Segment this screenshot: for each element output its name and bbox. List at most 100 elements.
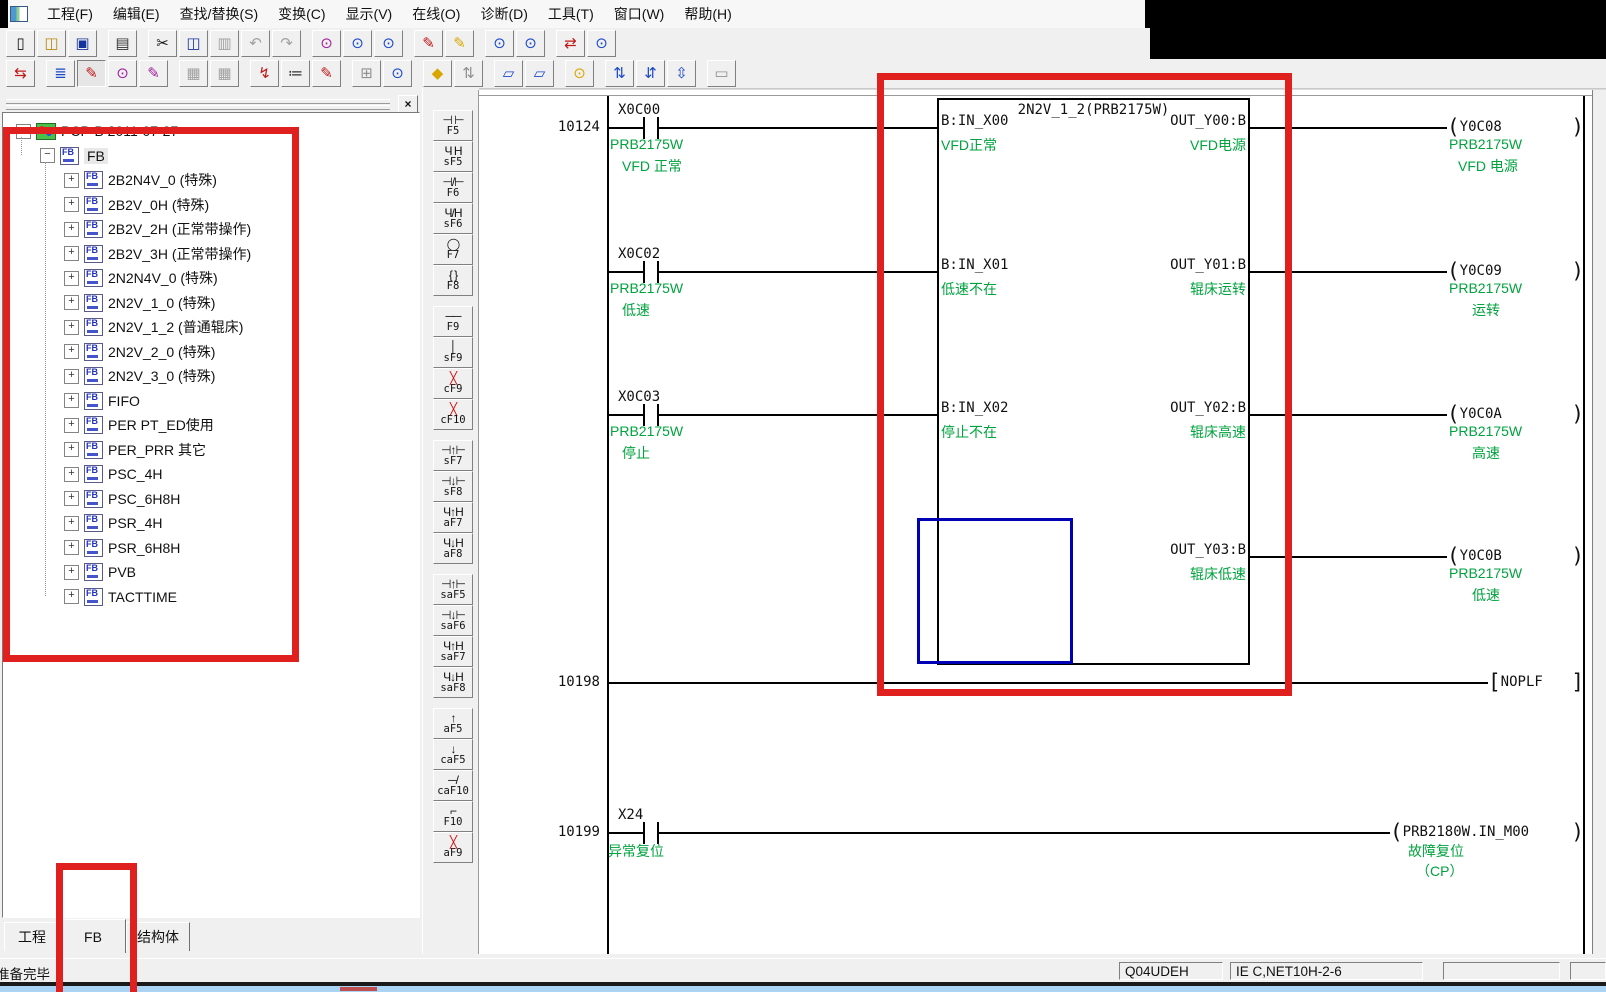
monitor-write-button[interactable]: ⊙: [516, 30, 545, 57]
palette-button[interactable]: ↑ aF5: [433, 708, 473, 739]
button-icon: ✎: [320, 66, 333, 81]
open-window2-button[interactable]: ▱: [525, 60, 554, 87]
find-device-button[interactable]: ⊙: [343, 30, 372, 57]
print-button[interactable]: ▤: [108, 30, 137, 57]
palette-button[interactable]: Ч/Н sF6: [433, 203, 473, 234]
palette-button[interactable]: ╳ aF9: [433, 832, 473, 863]
panel-grip[interactable]: [6, 99, 390, 104]
app-icon: [10, 6, 28, 22]
palette-button[interactable]: Ч Н sF5: [433, 141, 473, 172]
contact-coil-list-button[interactable]: ≔: [281, 60, 310, 87]
coil-edit-button[interactable]: ✎: [312, 60, 341, 87]
new-button[interactable]: ▯: [6, 30, 35, 57]
palette-button[interactable]: ↓ caF5: [433, 739, 473, 770]
palette-button[interactable]: ◯ F7: [433, 234, 473, 265]
comment-display-button[interactable]: ⇅: [605, 60, 634, 87]
palette-button[interactable]: ╳ cF10: [433, 399, 473, 430]
palette-key-label: cF9: [444, 384, 463, 395]
palette-key-label: F8: [447, 281, 460, 292]
menu-window[interactable]: 窗口(W): [605, 1, 674, 27]
palette-button[interactable]: ⊣↑⊢ saF5: [433, 574, 473, 605]
redo-button[interactable]: ↷: [272, 30, 301, 57]
output-coil[interactable]: (Y0C09): [1447, 261, 1584, 281]
exec-stamp-button[interactable]: ◆: [423, 60, 452, 87]
palette-key-label: sF6: [444, 219, 463, 230]
tab-project[interactable]: 工程: [4, 922, 60, 951]
menu-edit[interactable]: 编辑(E): [104, 1, 169, 27]
noplf-instruction[interactable]: [NOPLF]: [1488, 672, 1584, 692]
annotation-box-fb-tab: [56, 863, 137, 992]
output-coil[interactable]: (Y0C0A): [1447, 404, 1584, 424]
clock-verify-button[interactable]: ⊙: [587, 30, 616, 57]
palette-button[interactable]: Ч↓Н aF8: [433, 533, 473, 564]
updown-button[interactable]: ⇅: [454, 60, 483, 87]
find-instruction-button[interactable]: ⊙: [374, 30, 403, 57]
monitor-button[interactable]: ⊙: [485, 30, 514, 57]
contact-device[interactable]: X0C02: [618, 246, 660, 262]
find-yellow-button[interactable]: ⊙: [565, 60, 594, 87]
palette-button[interactable]: │ sF9: [433, 337, 473, 368]
device-test-button[interactable]: ↯: [250, 60, 279, 87]
palette-button[interactable]: ─/ caF10: [433, 770, 473, 801]
circuit-find-pencil-button[interactable]: ✎: [139, 60, 168, 87]
coil-comment: PRB2175W: [1449, 565, 1522, 581]
open-button[interactable]: ◫: [37, 30, 66, 57]
stamp-button[interactable]: ▦: [179, 60, 208, 87]
palette-key-label: saF8: [440, 683, 465, 694]
cut-button[interactable]: ✂: [148, 30, 177, 57]
panel-close-button[interactable]: ×: [398, 95, 418, 113]
wire: [659, 832, 1390, 834]
menu-online[interactable]: 在线(O): [403, 1, 469, 27]
output-coil[interactable]: (Y0C08): [1447, 117, 1584, 137]
palette-button[interactable]: ⊣↓⊢ sF8: [433, 471, 473, 502]
application-window: 工程(F) 编辑(E) 查找/替换(S) 变换(C) 显示(V) 在线(O) 诊…: [0, 0, 1606, 992]
grid-button[interactable]: ⊞: [352, 60, 381, 87]
contact-device[interactable]: X0C03: [618, 389, 660, 405]
note-display-button[interactable]: ⇳: [667, 60, 696, 87]
ladder-write-yellow-button[interactable]: ✎: [445, 30, 474, 57]
device-comment: PRB2175W: [610, 280, 683, 296]
wire: [608, 271, 643, 273]
fb-selection-button[interactable]: ⇆: [6, 60, 35, 87]
palette-button[interactable]: ⊣ ⊢ F5: [433, 110, 473, 141]
palette-button[interactable]: Ч↓Н saF8: [433, 667, 473, 698]
tree-view-button[interactable]: ≣: [46, 60, 75, 87]
palette-button[interactable]: ⊣↓⊢ saF6: [433, 605, 473, 636]
time-chart-button[interactable]: ⊙: [383, 60, 412, 87]
open-window-button[interactable]: ▱: [494, 60, 523, 87]
output-coil[interactable]: (PRB2180W.IN_M00): [1390, 822, 1584, 842]
circuit-find-button[interactable]: ⊙: [108, 60, 137, 87]
menu-help[interactable]: 帮助(H): [675, 1, 740, 27]
palette-button[interactable]: ⊣/⊢ F6: [433, 172, 473, 203]
undo-button[interactable]: ↶: [241, 30, 270, 57]
stamp2-button[interactable]: ▦: [210, 60, 239, 87]
paste-button[interactable]: ▥: [210, 30, 239, 57]
menu-tools[interactable]: 工具(T): [539, 1, 603, 27]
menu-find-replace[interactable]: 查找/替换(S): [171, 1, 268, 27]
find-button[interactable]: ⊙: [312, 30, 341, 57]
menu-diagnostics[interactable]: 诊断(D): [471, 1, 536, 27]
contact-device[interactable]: X24: [618, 807, 643, 823]
palette-button[interactable]: ⊣↑⊢ sF7: [433, 440, 473, 471]
device-monitor-button[interactable]: ▭: [707, 60, 736, 87]
ladder-edit-button[interactable]: ✎: [77, 60, 106, 87]
button-icon: ≔: [288, 66, 303, 81]
contact-device[interactable]: X0C00: [618, 102, 660, 118]
palette-button[interactable]: Ч↑Н saF7: [433, 636, 473, 667]
output-coil[interactable]: (Y0C0B): [1447, 546, 1584, 566]
statement-display-button[interactable]: ⇵: [636, 60, 665, 87]
copy-button[interactable]: ◫: [179, 30, 208, 57]
palette-button[interactable]: Ч↑Н aF7: [433, 502, 473, 533]
palette-button[interactable]: ╳ cF9: [433, 368, 473, 399]
menu-view[interactable]: 显示(V): [337, 1, 402, 27]
menu-project[interactable]: 工程(F): [38, 1, 102, 27]
panel-grip[interactable]: [6, 105, 390, 110]
menu-convert[interactable]: 变换(C): [269, 1, 334, 27]
wire: [608, 127, 643, 129]
palette-button[interactable]: ⌐ F10: [433, 801, 473, 832]
palette-button[interactable]: { } F8: [433, 265, 473, 296]
ladder-write-red-button[interactable]: ✎: [414, 30, 443, 57]
palette-button[interactable]: ── F9: [433, 306, 473, 337]
transfer-setup-button[interactable]: ⇄: [556, 30, 585, 57]
save-button[interactable]: ▣: [68, 30, 97, 57]
